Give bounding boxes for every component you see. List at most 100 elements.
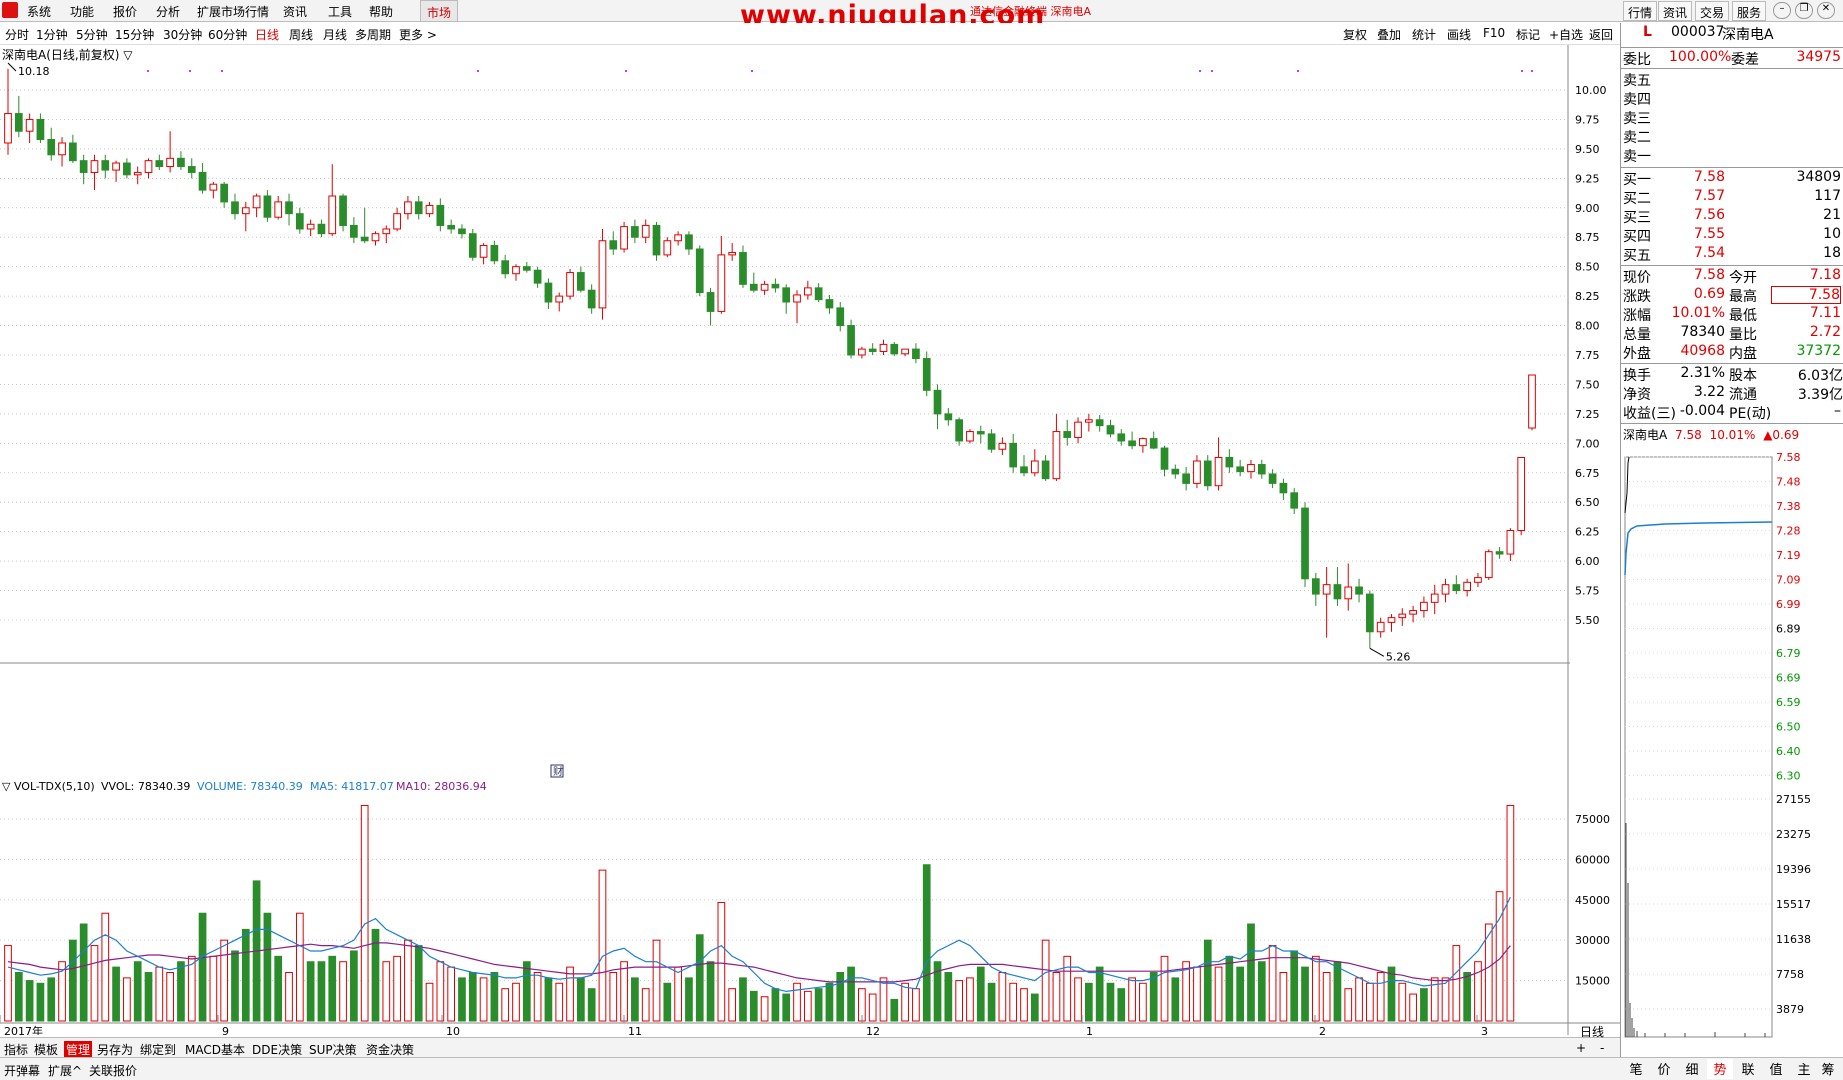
candle-body [1452, 584, 1461, 592]
tab-bi[interactable]: 笔 [1623, 1059, 1649, 1079]
zoom-plus-icon[interactable]: + [1576, 1041, 1586, 1055]
volume-bar [231, 950, 239, 1022]
btn-jiaoyi[interactable]: 交易 [1695, 1, 1729, 21]
menu-function[interactable]: 功能 [70, 3, 94, 20]
candle-body [436, 204, 445, 226]
menu-system[interactable]: 系统 [27, 3, 51, 20]
tab-chou[interactable]: 筹 [1815, 1059, 1841, 1079]
candle-body [1484, 551, 1493, 579]
tool-diejia[interactable]: 叠加 [1377, 26, 1401, 43]
intraday-mini-chart[interactable]: 7.58 7.48 7.38 7.28 7.19 7.09 6.99 6.89 6.79 6.69… [1621, 443, 1843, 1058]
tool-fanhui[interactable]: 返回 [1589, 26, 1613, 43]
volume-bar [47, 977, 56, 1022]
btn-moban[interactable]: 模板 [34, 1041, 58, 1058]
tab-xi[interactable]: 细 [1679, 1059, 1705, 1079]
period-5min[interactable]: 5分钟 [76, 26, 108, 43]
menu-news[interactable]: 资讯 [283, 3, 307, 20]
tool-biaoji[interactable]: 标记 [1516, 26, 1540, 43]
btn-fuwu[interactable]: 服务 [1732, 1, 1766, 21]
volume-bar [436, 961, 445, 1022]
tool-tongji[interactable]: 统计 [1412, 26, 1436, 43]
btn-bangdingdao[interactable]: 绑定到 [140, 1041, 176, 1058]
volume-bar [555, 982, 564, 1022]
period-bar: 分时 1分钟 5分钟 15分钟 30分钟 60分钟 日线 周线 月线 多周期 更… [0, 23, 1620, 45]
volume-bar [101, 912, 110, 1022]
btn-zixun[interactable]: 资讯 [1658, 1, 1692, 21]
mini-price-tick: 7.09 [1776, 574, 1801, 587]
period-more[interactable]: 更多 > [399, 26, 437, 43]
tool-fuquan[interactable]: 复权 [1343, 26, 1367, 43]
tool-f10[interactable]: F10 [1483, 26, 1505, 40]
event-dot [1531, 70, 1533, 72]
max-marker [7, 62, 17, 72]
volume-bar [652, 939, 661, 1022]
mini-vol-tick: 27155 [1776, 793, 1811, 806]
tab-zhi[interactable]: 值 [1763, 1059, 1789, 1079]
btn-zijin[interactable]: 资金决策 [366, 1041, 414, 1058]
btn-sup[interactable]: SUP决策 [309, 1041, 357, 1058]
restore-icon[interactable]: ❐ [1795, 2, 1813, 19]
candle-body [4, 113, 12, 144]
kline-chart[interactable]: 10.00 9.75 9.50 9.25 9.00 8.75 8.50 8.25 8.00 7.7… [0, 45, 1620, 1035]
candle-body [1409, 610, 1417, 615]
period-15min[interactable]: 15分钟 [115, 26, 154, 43]
menu-analysis[interactable]: 分析 [156, 3, 180, 20]
btn-macd[interactable]: MACD基本 [185, 1041, 245, 1058]
volume-bar [944, 972, 953, 1022]
vol-tick-label: 30000 [1575, 934, 1610, 947]
period-monthly[interactable]: 月线 [323, 26, 347, 43]
btn-danmu[interactable]: 开弹幕 [4, 1062, 40, 1079]
menu-tools[interactable]: 工具 [328, 3, 352, 20]
period-fenshi[interactable]: 分时 [5, 26, 29, 43]
candle-body [609, 240, 618, 250]
period-weekly[interactable]: 周线 [289, 26, 313, 43]
weibi-value: 100.00% [1669, 49, 1732, 65]
period-daily[interactable]: 日线 [255, 26, 279, 43]
candle-body [1117, 433, 1126, 442]
market-tab[interactable]: 市场 [420, 0, 458, 22]
mini-vol-tick: 11638 [1776, 933, 1811, 946]
btn-zhibiao[interactable]: 指标 [4, 1041, 28, 1058]
btn-dde[interactable]: DDE决策 [252, 1041, 302, 1058]
period-multi[interactable]: 多周期 [355, 26, 391, 43]
period-1min[interactable]: 1分钟 [36, 26, 68, 43]
close-icon[interactable]: ✕ [1817, 2, 1835, 19]
volume-bar [69, 939, 77, 1022]
candle-body [1290, 492, 1299, 509]
btn-hangqing[interactable]: 行情 [1623, 1, 1657, 21]
candle-body [198, 171, 207, 191]
volume-bar [393, 955, 401, 1022]
btn-guanlian[interactable]: 关联报价 [89, 1062, 137, 1079]
price-tick-label: 9.00 [1575, 202, 1600, 215]
menu-quote[interactable]: 报价 [113, 3, 137, 20]
tab-lian[interactable]: 联 [1735, 1059, 1761, 1079]
zoom-minus-icon[interactable]: - [1600, 1041, 1604, 1055]
volume-bar [566, 966, 574, 1022]
btn-guanli[interactable]: 管理 [64, 1041, 93, 1058]
menu-ext-market[interactable]: 扩展市场行情 [197, 3, 269, 20]
candle-body [1333, 584, 1342, 600]
tool-zixuan[interactable]: +自选 [1549, 26, 1583, 43]
volume-bar [382, 961, 391, 1022]
btn-kuozhan[interactable]: 扩展^ [48, 1062, 82, 1079]
volume-bar [14, 972, 23, 1022]
btn-lingcunwei[interactable]: 另存为 [97, 1041, 133, 1058]
price-tick-label: 8.00 [1575, 320, 1600, 333]
tab-shi[interactable]: 势 [1707, 1059, 1733, 1079]
tab-zhu[interactable]: 主 [1791, 1059, 1817, 1079]
volume-bar [1063, 955, 1072, 1022]
candle-body [350, 224, 358, 238]
candle-body [912, 348, 920, 360]
volume-bar [1333, 961, 1342, 1022]
volume-bar [1236, 966, 1245, 1022]
tool-huaxian[interactable]: 画线 [1447, 26, 1471, 43]
candle-body [47, 138, 56, 156]
menu-help[interactable]: 帮助 [369, 3, 393, 20]
period-60min[interactable]: 60分钟 [208, 26, 247, 43]
tab-jia[interactable]: 价 [1651, 1059, 1677, 1079]
vol-indicator-name[interactable]: ▽ VOL-TDX(5,10) [2, 780, 95, 793]
candle-body [25, 118, 34, 132]
period-30min[interactable]: 30分钟 [163, 26, 202, 43]
candle-body [371, 233, 380, 242]
minimize-icon[interactable]: – [1773, 2, 1791, 19]
